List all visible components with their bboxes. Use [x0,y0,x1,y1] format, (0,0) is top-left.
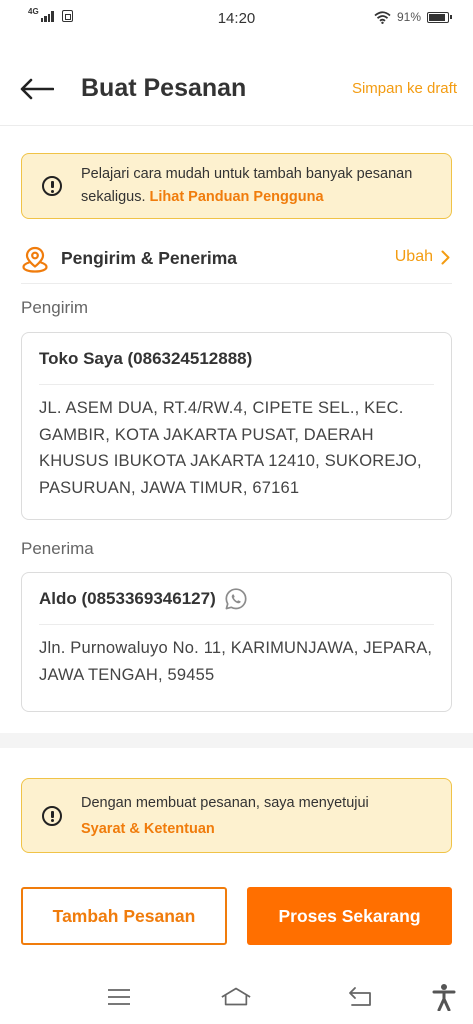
back-button[interactable] [18,72,56,106]
save-draft-button[interactable]: Simpan ke draft [352,80,457,97]
receiver-address: Jln. Purnowaluyo No. 11, KARIMUNJAWA, JE… [39,639,433,684]
system-nav-bar [0,972,473,1024]
guide-notice-text: Pelajari cara mudah untuk tambah banyak … [81,163,437,209]
terms-link[interactable]: Syarat & Ketentuan [81,816,369,842]
receiver-name-row: Aldo (0853369346127) [39,573,434,625]
guide-notice: Pelajari cara mudah untuk tambah banyak … [21,153,452,219]
accessibility-nav-button[interactable] [428,982,460,1012]
home-icon [221,987,251,1006]
menu-nav-button[interactable] [103,982,135,1012]
sender-label: Pengirim [21,298,89,317]
receiver-card[interactable]: Aldo (0853369346127) Jln. Purnowaluyo No… [21,572,452,712]
menu-icon [108,989,130,1005]
status-bar: 4G 14:20 91% [0,0,473,36]
sender-name-row: Toko Saya (086324512888) [39,333,434,385]
edit-label: Ubah [394,248,433,265]
wifi-icon [374,10,391,24]
accessibility-icon [432,984,456,1011]
return-icon [349,987,371,1006]
terms-notice-message: Dengan membuat pesanan, saya menyetujui [81,794,369,811]
section-divider [0,733,473,748]
sender-address: JL. ASEM DUA, RT.4/RW.4, CIPETE SEL., KE… [39,399,422,497]
battery-icon [427,11,452,23]
battery-percent: 91% [396,10,421,24]
user-guide-link[interactable]: Lihat Panduan Pengguna [150,189,324,205]
edit-button[interactable]: Ubah [395,248,450,266]
home-nav-button[interactable] [220,982,252,1012]
back-nav-button[interactable] [344,982,376,1012]
chevron-right-icon [441,250,450,264]
status-right: 91% [374,10,452,24]
sender-name: Toko Saya (086324512888) [39,348,253,368]
info-icon [42,176,62,196]
add-order-button[interactable]: Tambah Pesanan [21,887,227,945]
arrow-left-icon [20,78,54,100]
terms-notice-text: Dengan membuat pesanan, saya menyetujui … [81,790,369,842]
info-icon [42,805,62,826]
page-title: Buat Pesanan [81,74,247,102]
sender-card[interactable]: Toko Saya (086324512888) JL. ASEM DUA, R… [21,332,452,520]
receiver-label: Penerima [21,539,94,558]
battery-fill [429,13,446,21]
terms-notice: Dengan membuat pesanan, saya menyetujui … [21,778,452,853]
process-now-button[interactable]: Proses Sekarang [247,887,452,945]
receiver-name: Aldo (0853369346127) [39,588,216,608]
app-header: Buat Pesanan Simpan ke draft [0,60,473,126]
sender-receiver-header: Pengirim & Penerima Ubah [21,240,452,284]
location-pin-icon [22,246,48,273]
whatsapp-icon[interactable] [224,587,248,611]
section-title: Pengirim & Penerima [61,248,238,268]
